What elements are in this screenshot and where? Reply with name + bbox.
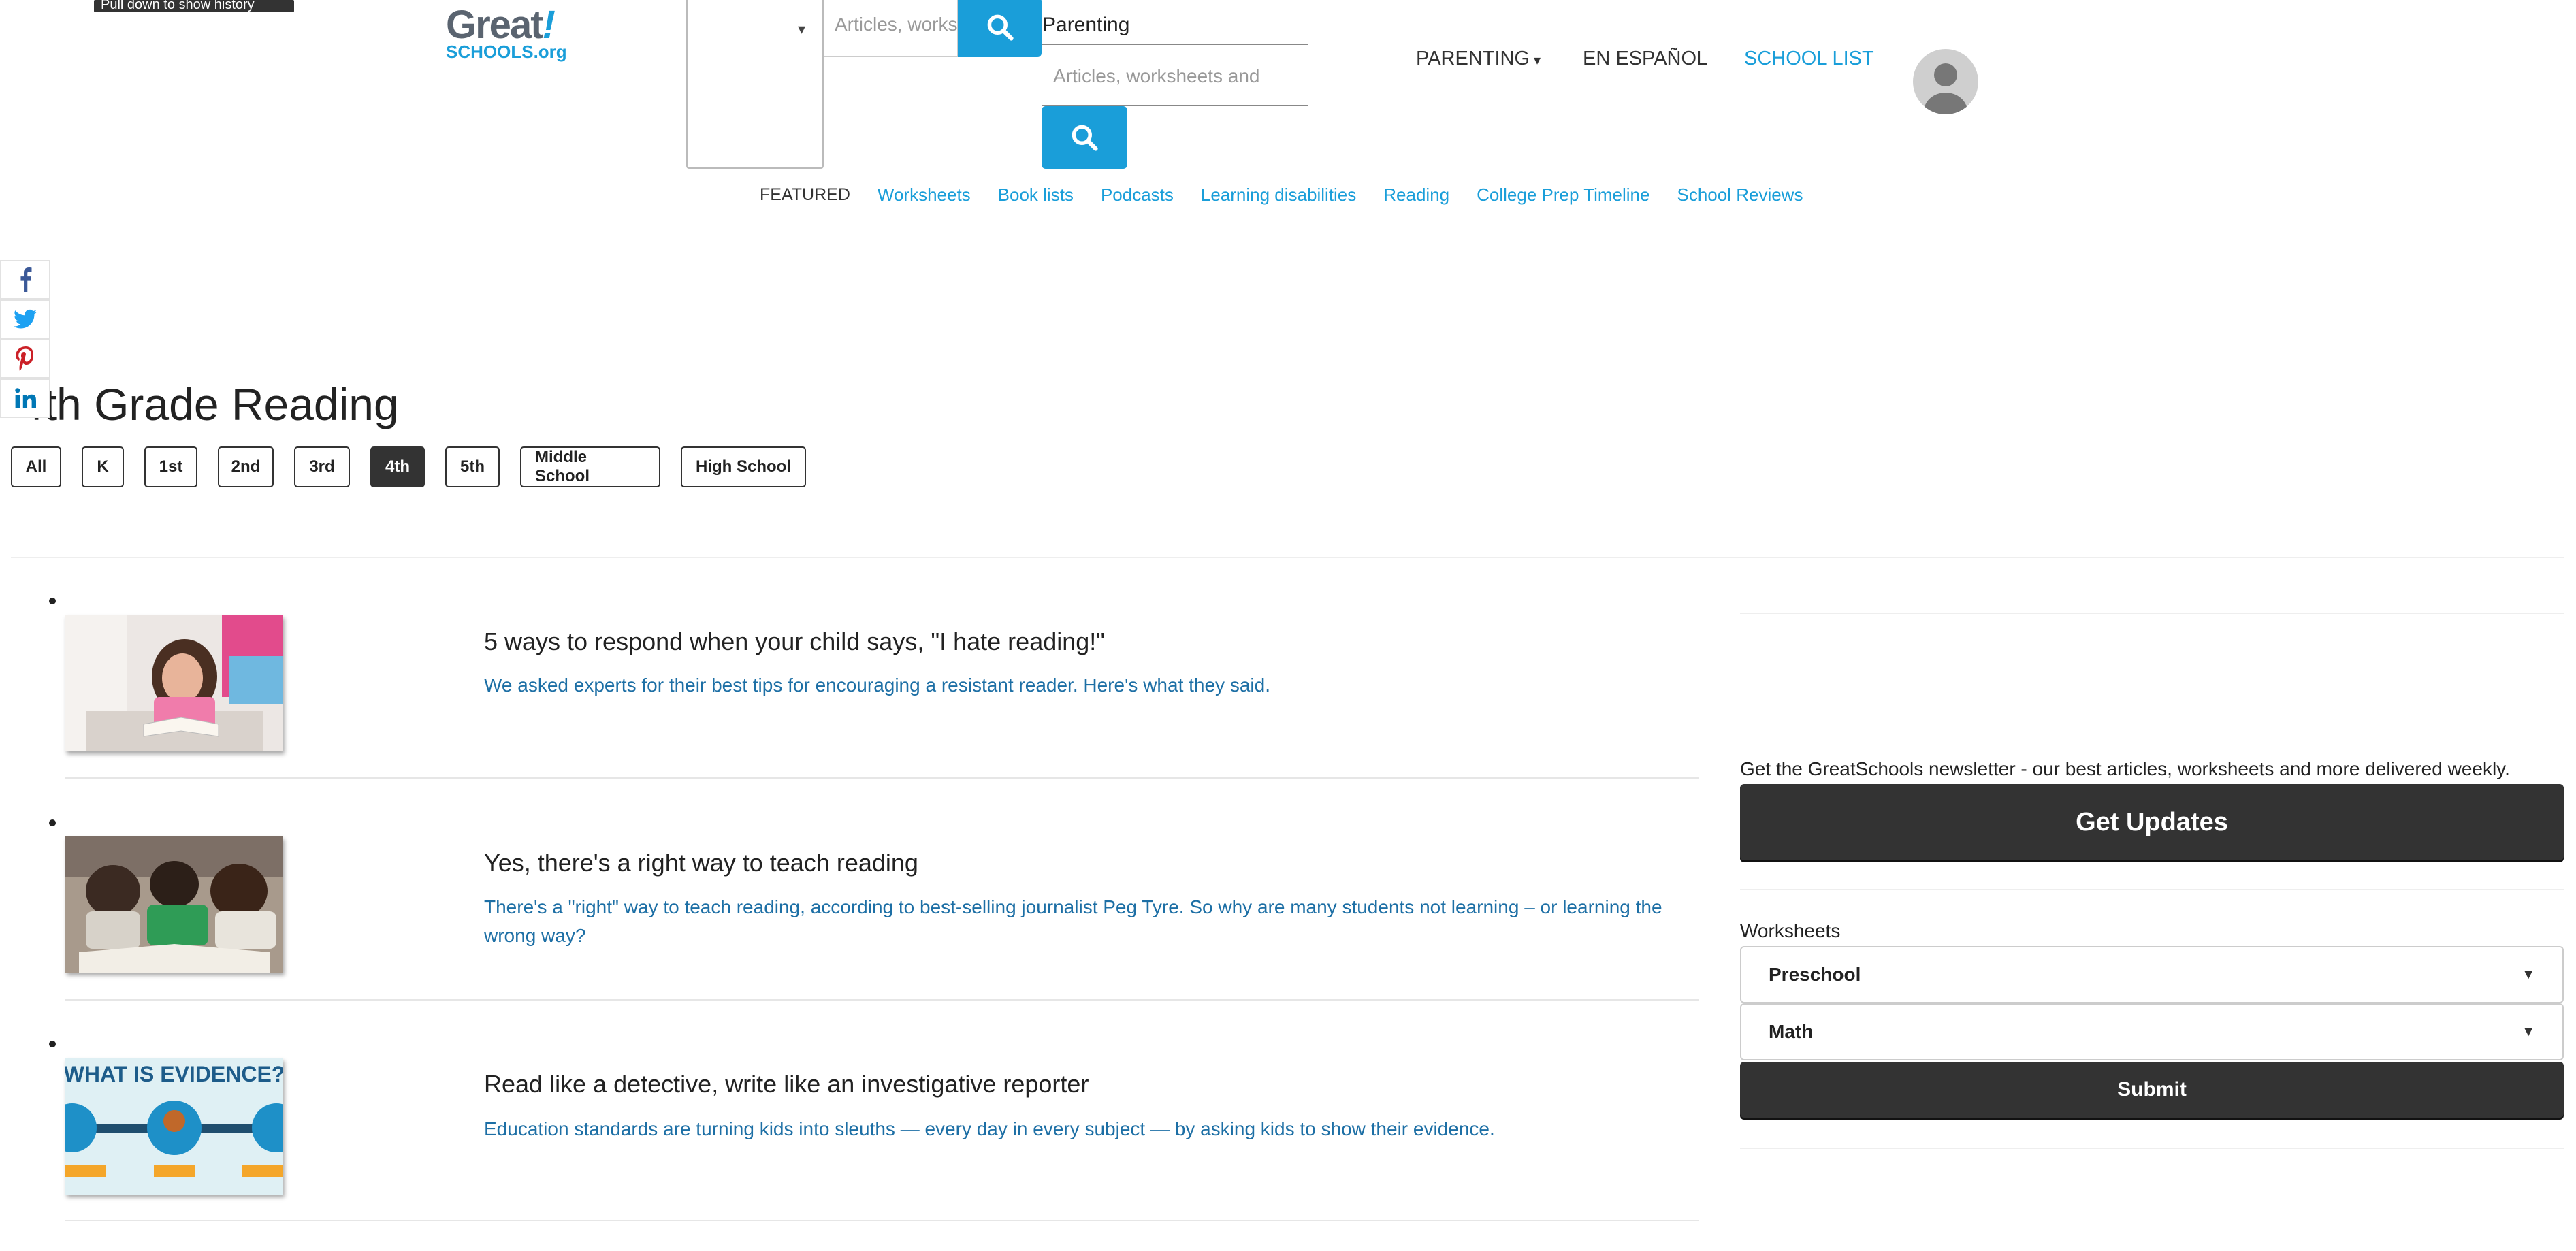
get-updates-button[interactable]: Get Updates bbox=[1740, 784, 2564, 860]
search-topic-label[interactable]: Parenting bbox=[1042, 11, 1308, 45]
nav-school-list[interactable]: SCHOOL LIST bbox=[1744, 48, 1874, 70]
linkedin-icon bbox=[15, 388, 36, 408]
submit-button[interactable]: Submit bbox=[1740, 1062, 2564, 1118]
facebook-share-button[interactable] bbox=[0, 260, 50, 299]
list-bullet bbox=[49, 598, 56, 604]
search-button-primary[interactable] bbox=[958, 0, 1042, 57]
page-title: 4th Grade Reading bbox=[19, 379, 399, 429]
pinterest-share-button[interactable] bbox=[0, 339, 50, 378]
featured-label: FEATURED bbox=[760, 184, 850, 204]
facebook-icon bbox=[20, 267, 32, 292]
grade-button-middle-school[interactable]: Middle School bbox=[520, 446, 660, 487]
twitter-share-button[interactable] bbox=[0, 299, 50, 339]
article-title-3[interactable]: Read like a detective, write like an inv… bbox=[484, 1070, 1089, 1099]
featured-link-college-prep[interactable]: College Prep Timeline bbox=[1477, 184, 1649, 206]
search-icon bbox=[1072, 125, 1098, 151]
grade-button-4th[interactable]: 4th bbox=[370, 446, 425, 487]
chevron-down-icon[interactable]: ▾ bbox=[798, 20, 805, 38]
featured-link-learning-disabilities[interactable]: Learning disabilities bbox=[1201, 184, 1356, 206]
list-bullet bbox=[49, 819, 56, 826]
featured-link-worksheets[interactable]: Worksheets bbox=[878, 184, 971, 206]
nav-parenting-label: PARENTING bbox=[1416, 48, 1530, 69]
grade-button-1st[interactable]: 1st bbox=[144, 446, 197, 487]
grade-button-5th[interactable]: 5th bbox=[445, 446, 500, 487]
evidence-heading-text: WHAT IS EVIDENCE? bbox=[65, 1062, 283, 1086]
article-description-3[interactable]: Education standards are turning kids int… bbox=[484, 1115, 1682, 1143]
newsletter-text: Get the GreatSchools newsletter - our be… bbox=[1740, 758, 2510, 779]
article-divider bbox=[65, 777, 1699, 779]
nav-espanol[interactable]: EN ESPAÑOL bbox=[1583, 48, 1707, 70]
subject-select[interactable]: Math ▼ bbox=[1740, 1003, 2564, 1060]
logo-subtext: SCHOOLS.org bbox=[446, 42, 567, 62]
article-title-1[interactable]: 5 ways to respond when your child says, … bbox=[484, 628, 1105, 656]
article-divider bbox=[65, 999, 1699, 1001]
worksheets-label: Worksheets bbox=[1740, 920, 1841, 941]
logo-main-text: Great bbox=[446, 3, 544, 47]
featured-link-podcasts[interactable]: Podcasts bbox=[1101, 184, 1174, 206]
article-description-1[interactable]: We asked experts for their best tips for… bbox=[484, 671, 1682, 700]
featured-nav: FEATURED Worksheets Book lists Podcasts … bbox=[760, 181, 1830, 208]
sidebar-divider bbox=[1740, 613, 2564, 614]
caret-down-icon: ▼ bbox=[2522, 966, 2535, 982]
search-button-secondary[interactable] bbox=[1042, 106, 1127, 169]
article-divider bbox=[65, 1220, 1699, 1221]
featured-link-book-lists[interactable]: Book lists bbox=[998, 184, 1074, 206]
caret-down-icon: ▾ bbox=[1534, 53, 1541, 68]
grade-button-3rd[interactable]: 3rd bbox=[294, 446, 350, 487]
list-bullet bbox=[49, 1041, 56, 1047]
nav-parenting[interactable]: PARENTING ▾ bbox=[1416, 48, 1541, 70]
grade-select-value: Preschool bbox=[1769, 964, 1861, 985]
user-icon bbox=[1924, 63, 1967, 114]
subject-select-value: Math bbox=[1769, 1021, 1814, 1042]
grade-button-all[interactable]: All bbox=[11, 446, 61, 487]
evidence-infographic-image: WHAT IS EVIDENCE? bbox=[65, 1058, 283, 1195]
article-thumbnail-1[interactable] bbox=[65, 615, 283, 751]
grade-button-2nd[interactable]: 2nd bbox=[218, 446, 274, 487]
section-divider bbox=[11, 557, 2564, 558]
grade-button-k[interactable]: K bbox=[82, 446, 124, 487]
search-input-primary[interactable]: Articles, works bbox=[824, 0, 959, 57]
grade-select[interactable]: Preschool ▼ bbox=[1740, 946, 2564, 1003]
sidebar-divider bbox=[1740, 1148, 2564, 1149]
article-thumbnail-3[interactable]: WHAT IS EVIDENCE? bbox=[65, 1058, 283, 1195]
sidebar-divider bbox=[1740, 889, 2564, 890]
caret-down-icon: ▼ bbox=[2522, 1024, 2535, 1039]
girl-reading-image bbox=[65, 615, 283, 751]
history-tooltip: Pull down to show history bbox=[94, 0, 294, 12]
twitter-icon bbox=[14, 309, 37, 329]
grade-filter: All K 1st 2nd 3rd 4th 5th Middle School … bbox=[11, 446, 806, 487]
featured-link-school-reviews[interactable]: School Reviews bbox=[1677, 184, 1803, 206]
kids-reading-image bbox=[65, 836, 283, 973]
search-input-secondary[interactable]: Articles, worksheets and bbox=[1042, 52, 1308, 106]
grade-button-high-school[interactable]: High School bbox=[681, 446, 806, 487]
greatschools-logo[interactable]: Great! SCHOOLS.org bbox=[446, 1, 568, 62]
pinterest-icon bbox=[16, 346, 34, 371]
article-description-2[interactable]: There's a "right" way to teach reading, … bbox=[484, 893, 1682, 950]
article-thumbnail-2[interactable] bbox=[65, 836, 283, 973]
article-title-2[interactable]: Yes, there's a right way to teach readin… bbox=[484, 849, 918, 877]
user-avatar[interactable] bbox=[1913, 49, 1978, 114]
featured-link-reading[interactable]: Reading bbox=[1383, 184, 1449, 206]
linkedin-share-button[interactable] bbox=[0, 378, 50, 418]
logo-bang: ! bbox=[542, 3, 556, 47]
search-icon bbox=[987, 14, 1014, 41]
